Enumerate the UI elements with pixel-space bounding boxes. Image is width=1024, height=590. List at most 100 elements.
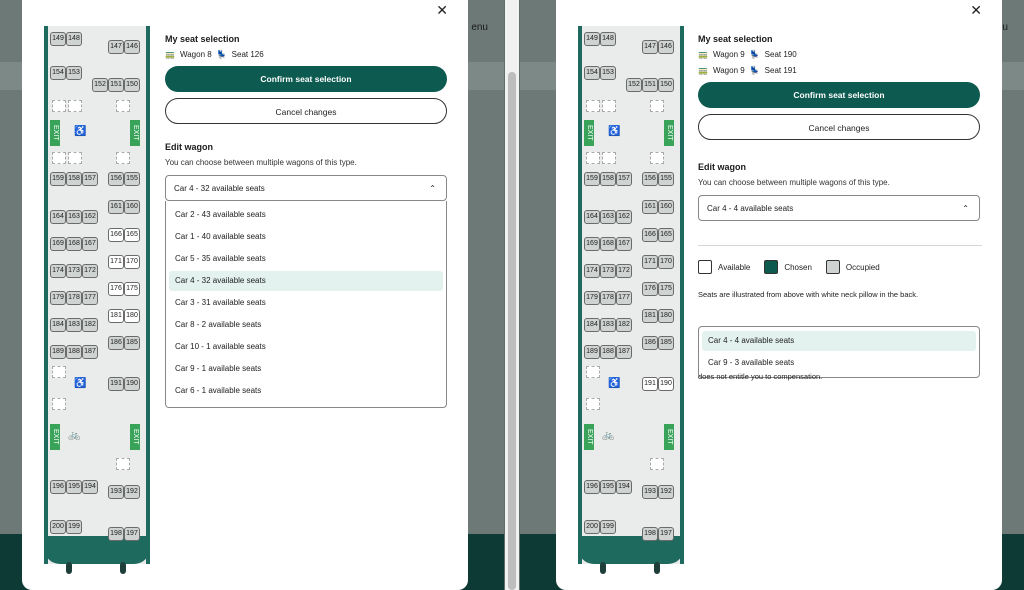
seat[interactable]: 155 bbox=[124, 172, 140, 186]
seat[interactable]: 158 bbox=[600, 172, 616, 186]
seat[interactable]: 160 bbox=[658, 200, 674, 214]
wagon-option[interactable]: Car 10 - 1 available seats bbox=[169, 337, 443, 357]
seat[interactable]: 162 bbox=[616, 210, 632, 224]
seat[interactable]: 173 bbox=[66, 264, 82, 278]
seat[interactable]: 166 bbox=[108, 228, 124, 242]
seat[interactable]: 147 bbox=[642, 40, 658, 54]
seat[interactable]: 150 bbox=[124, 78, 140, 92]
seat[interactable]: 197 bbox=[124, 527, 140, 541]
wagon-option[interactable]: Car 9 - 1 available seats bbox=[169, 359, 443, 379]
seat[interactable]: 172 bbox=[616, 264, 632, 278]
seat[interactable]: 191 bbox=[108, 377, 124, 391]
seat[interactable]: 166 bbox=[642, 228, 658, 242]
seat[interactable]: 196 bbox=[50, 480, 66, 494]
seat[interactable]: 146 bbox=[658, 40, 674, 54]
seat[interactable]: 191 bbox=[642, 377, 658, 391]
seat[interactable]: 155 bbox=[658, 172, 674, 186]
wagon-select[interactable]: Car 4 - 32 available seats ⌃ bbox=[165, 175, 447, 201]
seat[interactable]: 178 bbox=[66, 291, 82, 305]
seat[interactable]: 190 bbox=[658, 377, 674, 391]
wagon-option[interactable]: Car 6 - 1 available seats bbox=[169, 381, 443, 401]
seat[interactable]: 159 bbox=[50, 172, 66, 186]
wagon-option[interactable]: Car 1 - 40 available seats bbox=[169, 227, 443, 247]
seat[interactable]: 171 bbox=[108, 255, 124, 269]
seat[interactable]: 170 bbox=[658, 255, 674, 269]
seat[interactable]: 181 bbox=[108, 309, 124, 323]
seat[interactable]: 195 bbox=[600, 480, 616, 494]
seat[interactable]: 161 bbox=[642, 200, 658, 214]
seat[interactable]: 148 bbox=[66, 32, 82, 46]
seat[interactable]: 189 bbox=[584, 345, 600, 359]
seat[interactable]: 163 bbox=[600, 210, 616, 224]
seat[interactable]: 165 bbox=[658, 228, 674, 242]
seat[interactable]: 185 bbox=[124, 336, 140, 350]
seat[interactable]: 177 bbox=[616, 291, 632, 305]
confirm-seat-button[interactable]: Confirm seat selection bbox=[698, 82, 980, 108]
seat[interactable]: 183 bbox=[600, 318, 616, 332]
seat[interactable]: 168 bbox=[600, 237, 616, 251]
seat[interactable]: 174 bbox=[584, 264, 600, 278]
seat[interactable]: 192 bbox=[124, 485, 140, 499]
wagon-option[interactable]: Car 5 - 35 available seats bbox=[169, 249, 443, 269]
seat[interactable]: 164 bbox=[50, 210, 66, 224]
seat[interactable]: 169 bbox=[584, 237, 600, 251]
seat[interactable]: 186 bbox=[108, 336, 124, 350]
seat[interactable]: 193 bbox=[108, 485, 124, 499]
wagon-option[interactable]: Car 2 - 43 available seats bbox=[169, 205, 443, 225]
seat[interactable]: 168 bbox=[66, 237, 82, 251]
seat[interactable]: 187 bbox=[82, 345, 98, 359]
seat[interactable]: 175 bbox=[658, 282, 674, 296]
seat[interactable]: 157 bbox=[82, 172, 98, 186]
seat[interactable]: 179 bbox=[584, 291, 600, 305]
seat[interactable]: 172 bbox=[82, 264, 98, 278]
seat[interactable]: 184 bbox=[50, 318, 66, 332]
seat[interactable]: 163 bbox=[66, 210, 82, 224]
seat[interactable]: 190 bbox=[124, 377, 140, 391]
seat[interactable]: 148 bbox=[600, 32, 616, 46]
seat[interactable]: 167 bbox=[616, 237, 632, 251]
seat[interactable]: 154 bbox=[50, 66, 66, 80]
seat[interactable]: 200 bbox=[584, 520, 600, 534]
seat[interactable]: 170 bbox=[124, 255, 140, 269]
seat[interactable]: 153 bbox=[600, 66, 616, 80]
seat[interactable]: 177 bbox=[82, 291, 98, 305]
seat[interactable]: 146 bbox=[124, 40, 140, 54]
seat[interactable]: 152 bbox=[626, 78, 642, 92]
seat[interactable]: 160 bbox=[124, 200, 140, 214]
seat[interactable]: 152 bbox=[92, 78, 108, 92]
seat[interactable]: 194 bbox=[616, 480, 632, 494]
seat[interactable]: 149 bbox=[584, 32, 600, 46]
seat[interactable]: 147 bbox=[108, 40, 124, 54]
close-icon[interactable]: ✕ bbox=[970, 2, 982, 19]
seat[interactable]: 196 bbox=[584, 480, 600, 494]
seat[interactable]: 187 bbox=[616, 345, 632, 359]
scrollbar[interactable] bbox=[505, 0, 519, 590]
wagon-option[interactable]: Car 3 - 31 available seats bbox=[169, 293, 443, 313]
seat[interactable]: 154 bbox=[584, 66, 600, 80]
close-icon[interactable]: ✕ bbox=[436, 2, 448, 19]
seat[interactable]: 183 bbox=[66, 318, 82, 332]
seat[interactable]: 197 bbox=[658, 527, 674, 541]
seat[interactable]: 186 bbox=[642, 336, 658, 350]
seat[interactable]: 200 bbox=[50, 520, 66, 534]
seat[interactable]: 159 bbox=[584, 172, 600, 186]
wagon-option[interactable]: Car 8 - 2 available seats bbox=[169, 315, 443, 335]
seat[interactable]: 193 bbox=[642, 485, 658, 499]
seat[interactable]: 199 bbox=[66, 520, 82, 534]
seat[interactable]: 158 bbox=[66, 172, 82, 186]
seat[interactable]: 149 bbox=[50, 32, 66, 46]
seat[interactable]: 179 bbox=[50, 291, 66, 305]
seat[interactable]: 174 bbox=[50, 264, 66, 278]
wagon-option[interactable]: Car 9 - 3 available seats bbox=[702, 353, 976, 373]
seat[interactable]: 181 bbox=[642, 309, 658, 323]
cancel-changes-button[interactable]: Cancel changes bbox=[165, 98, 447, 124]
seat[interactable]: 182 bbox=[616, 318, 632, 332]
seat[interactable]: 176 bbox=[642, 282, 658, 296]
seat[interactable]: 178 bbox=[600, 291, 616, 305]
seat[interactable]: 188 bbox=[600, 345, 616, 359]
seat[interactable]: 161 bbox=[108, 200, 124, 214]
seat[interactable]: 194 bbox=[82, 480, 98, 494]
seat[interactable]: 189 bbox=[50, 345, 66, 359]
wagon-option-selected[interactable]: Car 4 - 32 available seats bbox=[169, 271, 443, 291]
seat[interactable]: 171 bbox=[642, 255, 658, 269]
